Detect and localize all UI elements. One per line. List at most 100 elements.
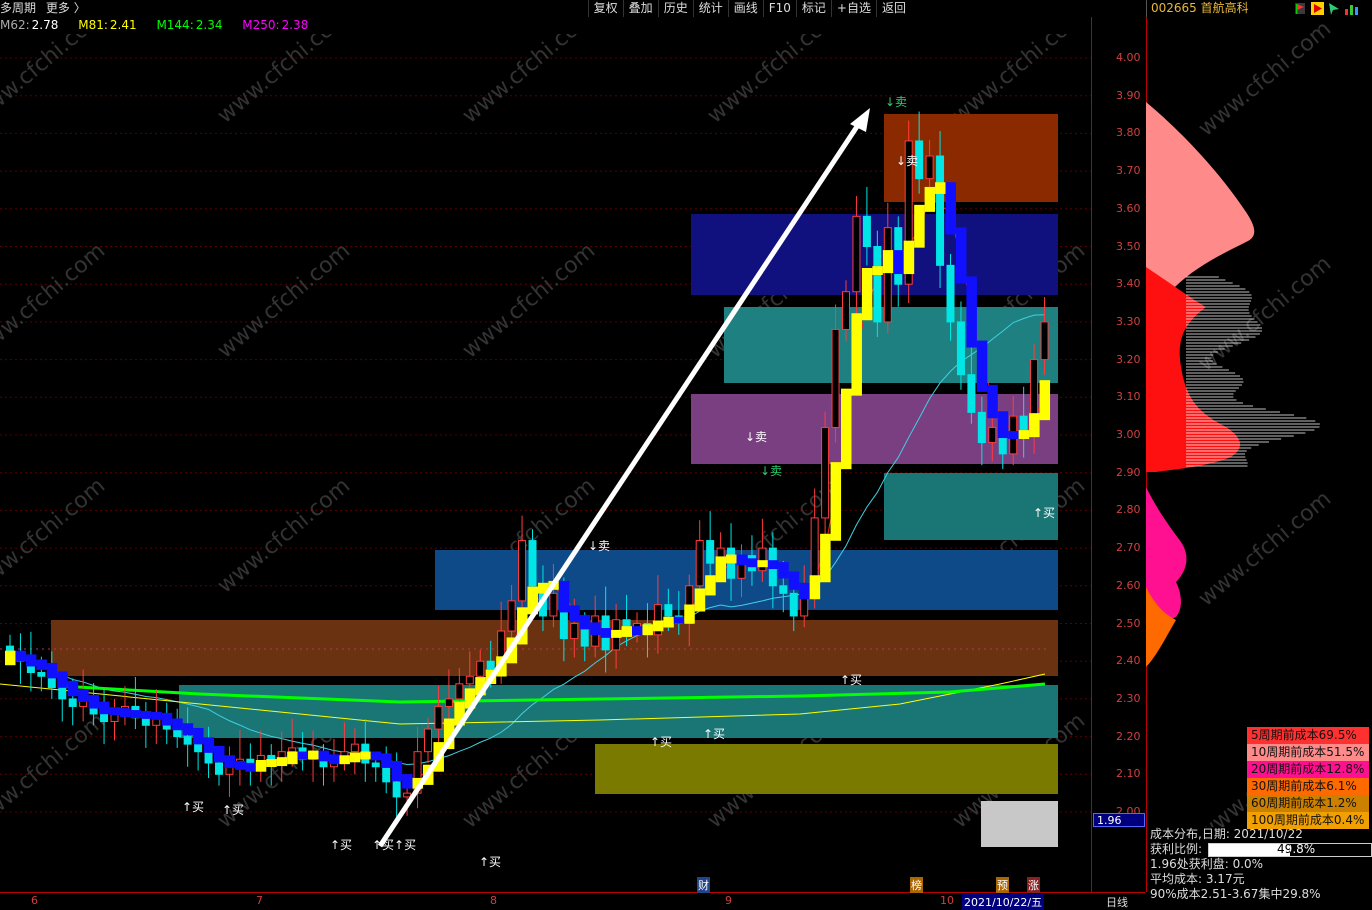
buy-signal[interactable]: ↑买 [650,735,672,749]
add-watchlist-button[interactable]: +自选 [830,0,876,17]
sell-signal[interactable]: ↓卖 [885,95,907,109]
watermark: www.cfchi.com [1194,251,1336,376]
candle[interactable] [476,660,485,677]
candle[interactable] [350,743,359,753]
sell-signal[interactable]: ↓卖 [760,464,782,478]
trend-step [318,750,329,762]
candle[interactable] [486,660,495,670]
trend-step [558,580,570,613]
trend-step [684,604,695,624]
stock-chart-app: 多周期 更多 〉 复权 叠加 历史 统计 画线 F10 标记 +自选 返回 00… [0,0,1372,910]
candle[interactable] [789,592,798,617]
price-tick: 3.80 [1116,126,1141,140]
arrow-icon[interactable] [1329,3,1339,15]
candle[interactable] [549,592,558,617]
candle[interactable] [883,227,892,323]
candle[interactable] [58,687,67,700]
buy-signal[interactable]: ↑买 [1033,506,1055,520]
flag-icon[interactable] [1295,3,1305,14]
sell-signal[interactable]: ↓卖 [896,154,918,168]
f10-button[interactable]: F10 [762,0,796,17]
trend-step [161,712,173,726]
candle[interactable] [925,155,934,180]
candlestick-chart[interactable]: www.cfchi.com www.cfchi.com www.cfchi.com w… [0,34,1091,892]
candle[interactable] [424,728,432,753]
candle[interactable] [194,743,203,753]
trend-step [182,723,194,735]
candle[interactable] [852,215,861,293]
candle[interactable] [100,713,109,723]
chart-icon[interactable] [1345,5,1358,15]
buy-signal[interactable]: ↑买 [222,803,244,817]
candle[interactable] [403,792,412,798]
candle[interactable] [862,215,871,247]
candle[interactable] [528,540,537,587]
period-type[interactable]: 日线 [1106,894,1128,910]
period-selector[interactable]: 多周期 更多 〉 [0,0,86,16]
sell-signal[interactable]: ↓卖 [588,539,610,553]
legend-60: 60周期前成本1.2% [1247,795,1369,812]
candle[interactable] [434,705,443,730]
draw-button[interactable]: 画线 [727,0,763,17]
event-rise[interactable]: 涨 [1027,877,1040,893]
fq-button[interactable]: 复权 [587,0,623,17]
candle[interactable] [821,426,830,519]
candle[interactable] [382,766,391,783]
candle[interactable] [215,762,223,775]
stats-button[interactable]: 统计 [692,0,728,17]
candle[interactable] [967,374,976,413]
candle[interactable] [455,683,464,700]
candle[interactable] [465,675,474,685]
candle[interactable] [392,781,401,798]
buy-signal[interactable]: ↑买 [703,727,725,741]
cost-info: 成本分布,日期: 2021/10/22 获利比例: 49.8% 1.96处获利盘… [1146,827,1372,909]
history-button[interactable]: 历史 [657,0,693,17]
candle[interactable] [37,672,46,677]
candle[interactable] [1040,321,1049,361]
more-menu[interactable]: 更多 [46,1,70,15]
trend-step [266,759,277,767]
candle[interactable] [570,623,579,640]
candle[interactable] [204,751,213,764]
buy-signal[interactable]: ↑买↑买 [372,838,416,852]
candle[interactable] [371,762,380,768]
event-rank[interactable]: 榜 [910,877,923,893]
candle[interactable] [507,600,516,632]
candle[interactable] [956,321,965,376]
mark-button[interactable]: 标记 [795,0,831,17]
candle[interactable] [664,604,673,617]
overlay-button[interactable]: 叠加 [622,0,658,17]
trend-step [151,711,162,720]
candle[interactable] [779,585,788,594]
candle[interactable] [183,736,192,745]
sell-signal[interactable]: ↓卖 [745,430,767,444]
candle[interactable] [946,264,955,323]
candle[interactable] [988,426,997,444]
candle[interactable] [758,547,767,572]
avg-cost: 平均成本: 3.17元 [1150,872,1245,886]
candle[interactable] [706,540,715,564]
candle[interactable] [977,411,986,444]
buy-signal[interactable]: ↑买 [182,800,204,814]
candle[interactable] [68,698,77,707]
play-icon[interactable] [1311,2,1324,15]
candle[interactable] [695,540,704,587]
event-finance[interactable]: 财 [697,877,710,893]
candle[interactable] [831,328,840,428]
trend-step [673,616,685,624]
trend-step [632,626,643,636]
candle[interactable] [518,540,527,602]
period-label[interactable]: 多周期 [0,1,36,15]
event-forecast[interactable]: 预 [996,877,1009,893]
trend-step [945,182,956,235]
buy-signal[interactable]: ↑买 [479,855,501,869]
buy-signal[interactable]: ↑买 [330,838,352,852]
back-button[interactable]: 返回 [875,0,911,17]
candle[interactable] [288,747,297,753]
buy-signal[interactable]: ↑买 [840,673,862,687]
candle[interactable] [936,155,945,266]
candle[interactable] [873,246,882,323]
month-label: 9 [725,894,732,907]
candle[interactable] [842,291,850,330]
candle[interactable] [444,698,453,707]
